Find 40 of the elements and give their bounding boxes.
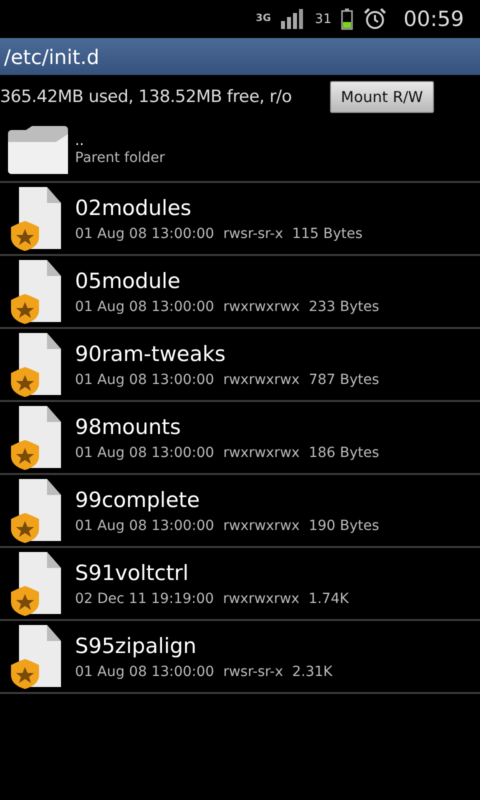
signal-icon <box>280 9 305 29</box>
file-size: 233 Bytes <box>308 298 380 315</box>
file-name[interactable]: S91voltctrl <box>75 560 349 587</box>
file-date: 01 Aug 08 13:00:00 <box>75 444 214 461</box>
file-name[interactable]: 05module <box>75 268 380 295</box>
item-subtitle: Parent folder <box>75 150 165 166</box>
file-permissions: rwsr-sr-x <box>223 226 284 242</box>
file-permissions: rwsr-sr-x <box>223 664 284 680</box>
battery-icon <box>341 8 354 30</box>
file-size: 115 Bytes <box>292 226 363 242</box>
file-date: 02 Dec 11 19:19:00 <box>75 590 214 607</box>
clock-time: 00:59 <box>403 7 464 31</box>
file-date: 01 Aug 08 13:00:00 <box>75 372 214 388</box>
file-size: 787 Bytes <box>308 372 380 388</box>
mount-button[interactable]: Mount R/W <box>330 80 434 112</box>
file-size: 190 Bytes <box>308 518 380 534</box>
folder-icon <box>6 124 70 176</box>
file-date: 01 Aug 08 13:00:00 <box>75 298 214 315</box>
file-permissions: rwxrwxrwx <box>223 518 300 534</box>
file-permissions: rwxrwxrwx <box>223 444 300 461</box>
file-name[interactable]: 90ram-tweaks <box>75 341 380 368</box>
file-name[interactable]: 99complete <box>75 487 380 514</box>
network-type: 3G <box>256 14 271 24</box>
file-size: 186 Bytes <box>308 444 380 461</box>
storage-info: 365.42MB used, 138.52MB free, r/o <box>0 86 292 106</box>
file-permissions: rwxrwxrwx <box>223 372 300 388</box>
file-name[interactable]: 02modules <box>75 195 363 222</box>
file-permissions: rwxrwxrwx <box>222 590 300 607</box>
file-permissions: rwxrwxrwx <box>223 298 300 315</box>
file-date: 01 Aug 08 13:00:00 <box>75 226 214 242</box>
file-name[interactable]: S95zipalign <box>75 633 332 660</box>
file-date: 01 Aug 08 13:00:00 <box>75 518 214 534</box>
file-size: 1.74K <box>308 590 349 607</box>
path-title: /etc/init.d <box>4 44 100 68</box>
file-name[interactable]: .. <box>75 132 165 150</box>
file-name[interactable]: 98mounts <box>75 414 380 441</box>
file-date: 01 Aug 08 13:00:00 <box>75 664 214 680</box>
file-size: 2.31K <box>292 664 332 680</box>
battery-percent: 31 <box>314 12 332 26</box>
alarm-icon <box>363 7 388 31</box>
